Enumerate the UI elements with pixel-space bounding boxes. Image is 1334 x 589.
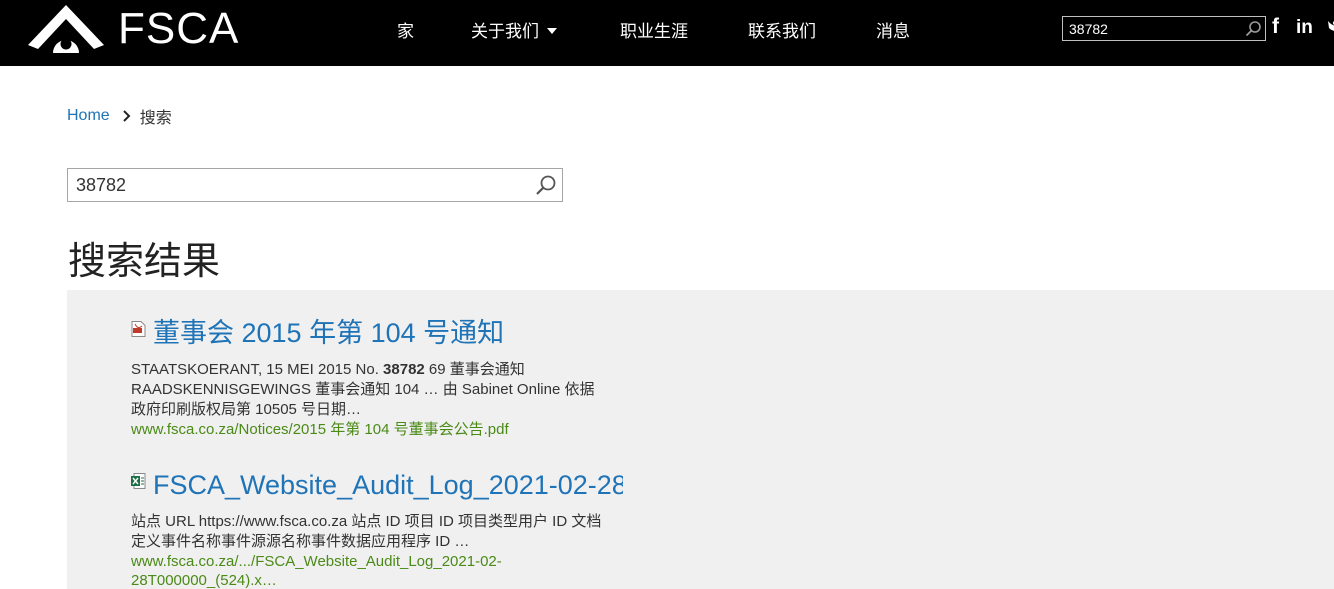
nav-item-about-us-label: 关于我们 [471, 22, 539, 41]
header-search-input[interactable] [1063, 17, 1245, 40]
search-icon[interactable] [1245, 20, 1262, 37]
excel-icon [131, 473, 146, 489]
search-result: FSCA_Website_Audit_Log_2021-02-28 站点 URL… [131, 470, 623, 589]
breadcrumb: Home 搜索 [67, 106, 172, 127]
breadcrumb-current: 搜索 [139, 110, 172, 127]
result-title-link[interactable]: FSCA_Website_Audit_Log_2021-02-28 [153, 470, 623, 500]
result-title-row: FSCA_Website_Audit_Log_2021-02-28 [131, 470, 623, 500]
logo-text: FSCA [118, 4, 240, 53]
chevron-right-icon [122, 110, 131, 122]
top-navigation-bar: FSCA 家 关于我们 职业生涯 联系我们 消息 f in [0, 0, 1334, 66]
snippet-text: 69 董事会通知 [424, 361, 525, 378]
search-box [67, 168, 563, 202]
twitter-icon[interactable] [1325, 18, 1334, 36]
nav-item-about-us[interactable]: 关于我们 [471, 17, 557, 42]
result-url-line: 28T000000_(524).x… [131, 572, 277, 589]
nav-item-careers[interactable]: 职业生涯 [620, 17, 688, 42]
page-title: 搜索结果 [68, 239, 221, 283]
result-title-row: 董事会 2015 年第 104 号通知 [131, 318, 623, 348]
linkedin-icon[interactable]: in [1296, 17, 1313, 39]
search-input[interactable] [68, 169, 528, 201]
result-snippet-line: 政府印刷版权局第 10505 号日期… [131, 401, 362, 418]
nav-item-news[interactable]: 消息 [876, 17, 910, 42]
fsca-logo-icon [28, 5, 104, 53]
result-snippet: STAATSKOERANT, 15 MEI 2015 No. 38782 69 … [131, 360, 623, 420]
snippet-highlight: 38782 [383, 361, 425, 378]
result-snippet-line: 定义事件名称事件源源名称事件数据应用程序 ID … [131, 533, 470, 550]
result-snippet-line: STAATSKOERANT, 15 MEI 2015 No. 38782 69 … [131, 360, 623, 380]
facebook-icon[interactable]: f [1272, 15, 1279, 39]
snippet-text: STAATSKOERANT, 15 MEI 2015 No. [131, 361, 384, 378]
chevron-down-icon [547, 28, 557, 35]
fsca-logo[interactable]: FSCA [26, 3, 239, 55]
nav-item-contact-us[interactable]: 联系我们 [748, 17, 816, 42]
result-url[interactable]: www.fsca.co.za/Notices/2015 年第 104 号董事会公… [131, 420, 623, 439]
search-icon[interactable] [535, 174, 557, 196]
pdf-icon [131, 321, 146, 337]
result-url-line: www.fsca.co.za/.../FSCA_Website_Audit_Lo… [131, 553, 502, 570]
result-snippet: 站点 URL https://www.fsca.co.za 站点 ID 项目 I… [131, 512, 623, 552]
nav-item-home[interactable]: 家 [397, 17, 414, 42]
result-title-link[interactable]: 董事会 2015 年第 104 号通知 [153, 318, 504, 348]
result-url[interactable]: www.fsca.co.za/.../FSCA_Website_Audit_Lo… [131, 552, 623, 589]
result-snippet-line: RAADSKENNISGEWINGS 董事会通知 104 … 由 Sabinet… [131, 381, 595, 398]
search-result: 董事会 2015 年第 104 号通知 STAATSKOERANT, 15 ME… [131, 318, 623, 439]
search-results-panel: 董事会 2015 年第 104 号通知 STAATSKOERANT, 15 ME… [67, 290, 1334, 589]
result-snippet-line: 站点 URL https://www.fsca.co.za 站点 ID 项目 I… [131, 513, 602, 530]
header-search-box [1062, 16, 1266, 41]
breadcrumb-home-link[interactable]: Home [67, 107, 110, 125]
